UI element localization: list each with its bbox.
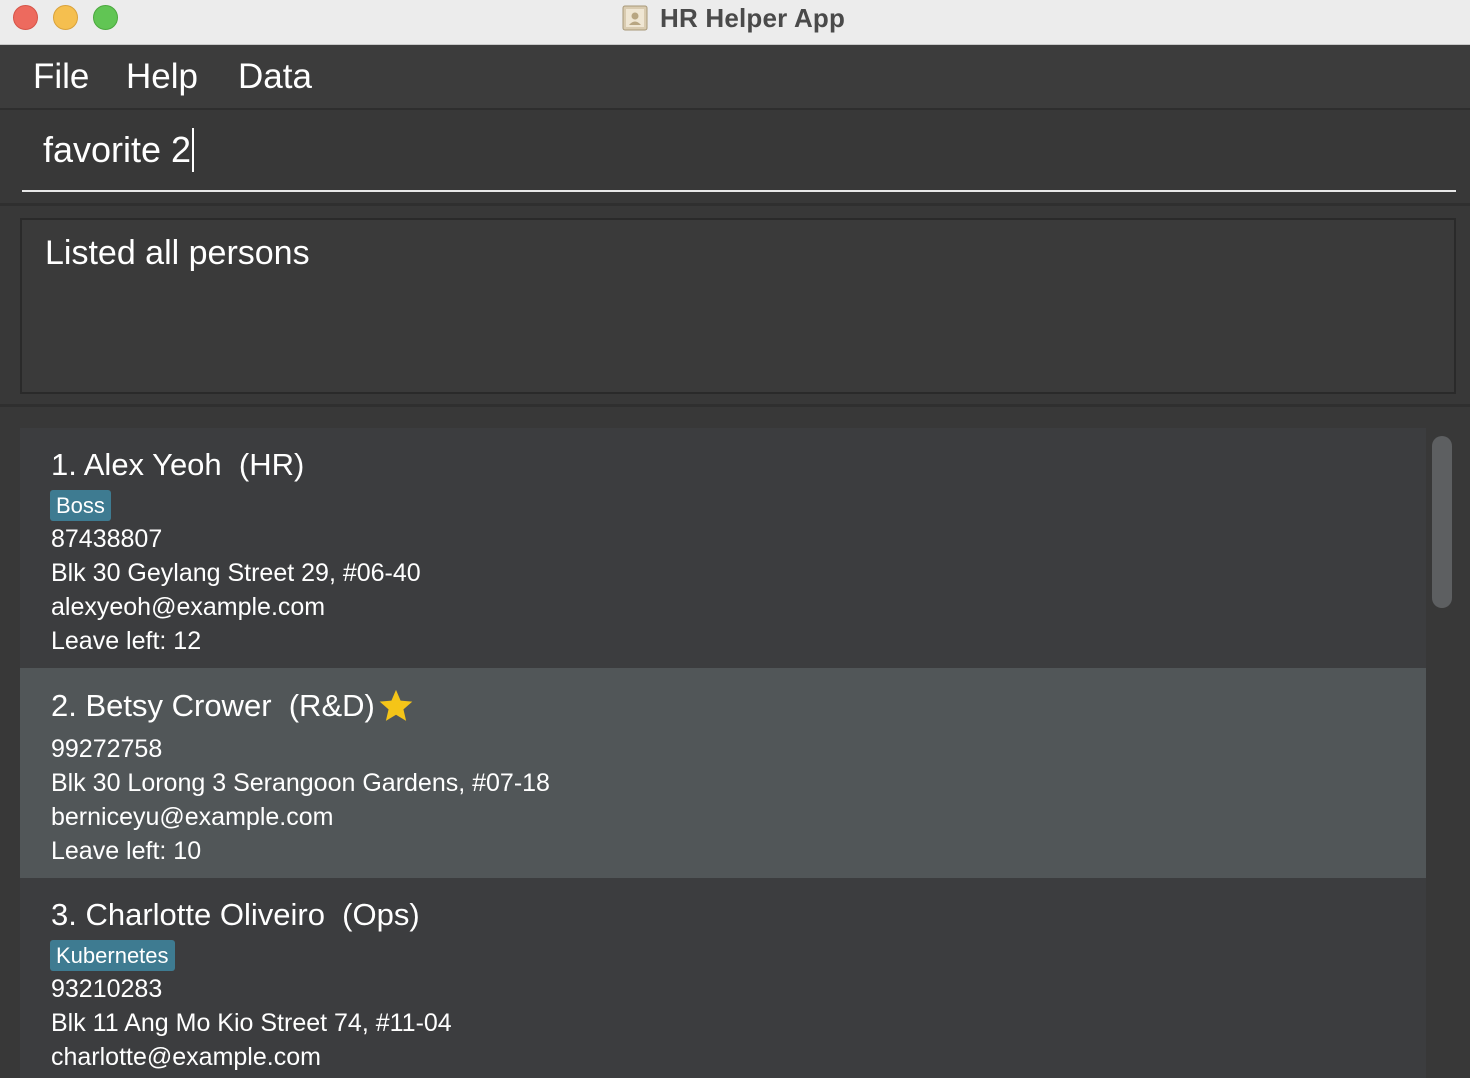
person-tag: Boss — [50, 490, 111, 521]
person-phone: 87438807 — [51, 525, 163, 553]
text-caret — [192, 128, 195, 172]
title-bar: HR Helper App — [0, 0, 1470, 45]
close-window-button[interactable] — [13, 5, 38, 30]
person-email: alexyeoh@example.com — [51, 593, 326, 621]
person-phone: 99272758 — [51, 735, 163, 763]
person-email: charlotte@example.com — [51, 1043, 321, 1071]
person-card-selected[interactable]: 2. Betsy Crower (R&D) 99272758 Blk 30 Lo… — [20, 668, 1426, 878]
person-address: Blk 11 Ang Mo Kio Street 74, #11-04 — [51, 1009, 452, 1037]
person-address: Blk 30 Geylang Street 29, #06-40 — [51, 559, 421, 587]
contact-book-icon — [622, 5, 648, 31]
star-icon — [379, 689, 413, 721]
section-divider — [0, 404, 1470, 407]
list-scrollbar-thumb[interactable] — [1432, 436, 1452, 608]
command-input[interactable]: favorite 2 — [22, 110, 1456, 192]
window-title: HR Helper App — [660, 2, 846, 33]
person-tag: Kubernetes — [50, 940, 175, 971]
result-display[interactable]: Listed all persons — [20, 218, 1456, 394]
person-address: Blk 30 Lorong 3 Serangoon Gardens, #07-1… — [51, 769, 550, 797]
menu-file[interactable]: File — [33, 57, 89, 97]
person-list[interactable]: 1. Alex Yeoh (HR) Boss 87438807 Blk 30 G… — [20, 428, 1426, 1078]
menu-data[interactable]: Data — [238, 57, 312, 97]
person-card[interactable]: 3. Charlotte Oliveiro (Ops) Kubernetes 9… — [20, 878, 1426, 1078]
minimize-window-button[interactable] — [53, 5, 78, 30]
person-name: 2. Betsy Crower (R&D) — [51, 688, 375, 723]
window-title-group: HR Helper App — [622, 2, 845, 34]
command-input-text[interactable]: favorite 2 — [43, 129, 191, 171]
result-message: Listed all persons — [45, 234, 310, 272]
person-email: berniceyu@example.com — [51, 803, 334, 831]
app-window: HR Helper App File Help Data favorite 2 … — [0, 0, 1470, 1078]
maximize-window-button[interactable] — [93, 5, 118, 30]
menu-bar: File Help Data — [0, 45, 1470, 110]
person-name: 1. Alex Yeoh (HR) — [51, 447, 305, 482]
person-leave: Leave left: 10 — [51, 837, 202, 865]
person-leave: Leave left: 12 — [51, 627, 202, 655]
command-area: favorite 2 — [0, 110, 1470, 206]
person-phone: 93210283 — [51, 975, 163, 1003]
person-name: 3. Charlotte Oliveiro (Ops) — [51, 897, 420, 932]
menu-help[interactable]: Help — [126, 57, 198, 97]
person-card[interactable]: 1. Alex Yeoh (HR) Boss 87438807 Blk 30 G… — [20, 428, 1426, 668]
person-name-row: 2. Betsy Crower (R&D) — [51, 687, 415, 725]
